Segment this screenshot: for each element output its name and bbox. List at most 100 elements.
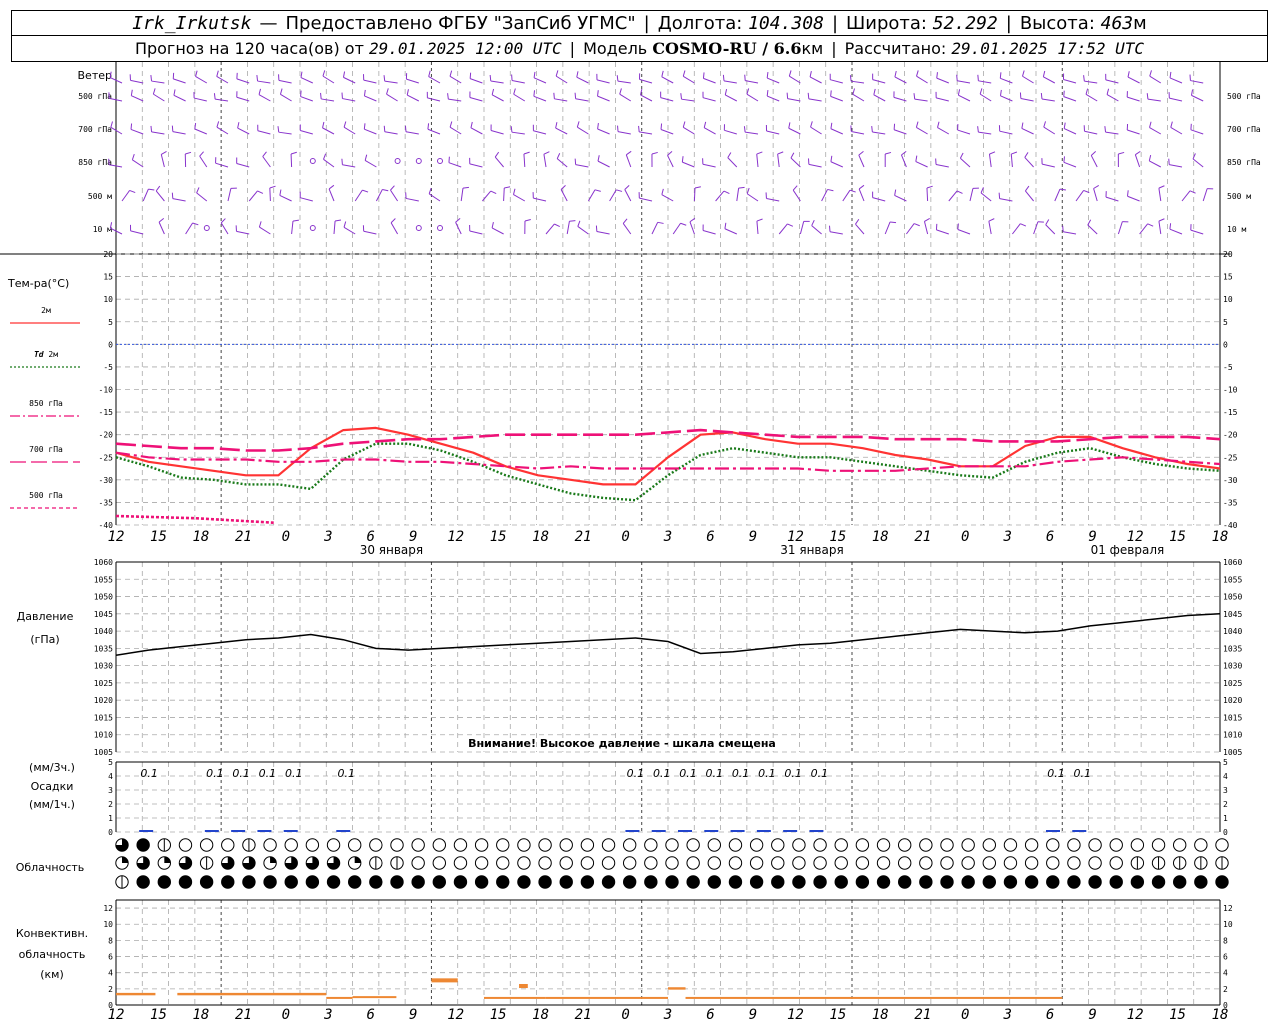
cloud-symbol-fill	[122, 856, 129, 863]
wind-barb-flag	[894, 189, 897, 196]
wind-barb	[873, 94, 886, 102]
wind-barb-flag	[560, 185, 566, 190]
wind-barb-flag	[926, 185, 933, 189]
cloud-symbol	[940, 875, 954, 889]
wind-barb	[1181, 190, 1191, 202]
wind-barb-flag	[428, 70, 431, 77]
conv-xtick: 9	[1088, 1007, 1096, 1023]
wind-barb	[1158, 221, 1162, 235]
convective-bar	[519, 984, 528, 989]
wind-barb	[262, 156, 271, 168]
wind-barb	[1147, 98, 1161, 102]
cloud-symbol	[1109, 875, 1123, 889]
wind-barb	[1020, 98, 1034, 102]
wind-barb-flag	[1149, 121, 1152, 128]
wind-barb-flag	[766, 90, 769, 97]
wind-barb	[1000, 77, 1013, 84]
wind-barb-flag	[1011, 151, 1018, 155]
wind-barb	[681, 98, 695, 102]
temp-ytick-left: -25	[99, 453, 114, 462]
wind-barb	[640, 94, 653, 102]
temp-legend-label: Td 2м	[34, 350, 58, 359]
wind-barb	[575, 164, 589, 168]
wind-barb	[980, 192, 992, 202]
wind-barb-flag	[1020, 223, 1027, 227]
wind-barb-flag	[1042, 70, 1046, 77]
wind-barb	[375, 189, 383, 202]
wind-barb-flag	[1127, 71, 1130, 78]
wind-barb	[160, 154, 165, 168]
wind-barb	[342, 164, 356, 168]
wind-barb	[405, 197, 419, 202]
wind-barb-flag	[553, 92, 555, 99]
precip-bar	[625, 830, 640, 832]
wind-barb-flag	[533, 90, 536, 97]
wind-barb-flag	[237, 122, 240, 129]
cloud-symbol	[961, 838, 975, 852]
wind-barb	[142, 188, 149, 202]
wind-barb-flag	[1189, 190, 1196, 194]
cloud-symbol	[897, 856, 912, 870]
wind-barb-flag	[702, 72, 705, 79]
wind-barb-flag	[657, 221, 664, 224]
wind-barb	[617, 80, 631, 84]
cloud-symbol	[199, 838, 214, 852]
wind-barb	[915, 161, 928, 168]
wind-barb	[957, 129, 971, 135]
wind-barb-flag	[746, 187, 750, 194]
wind-barb-flag	[1127, 190, 1129, 197]
cloud-symbol	[982, 838, 997, 852]
precip-bar	[1072, 830, 1087, 832]
wind-barb	[543, 154, 547, 168]
temp-xtick: 0	[961, 529, 969, 545]
wind-barb-flag	[576, 121, 580, 128]
wind-level-label-left: 850 гПа	[78, 158, 112, 167]
cloud-symbol	[771, 838, 785, 852]
cloud-symbol	[326, 875, 341, 889]
wind-barb-flag	[890, 221, 897, 224]
wind-barb	[787, 98, 801, 102]
prec-ytick-left: 5	[108, 758, 113, 767]
wind-barb	[1149, 127, 1162, 135]
wind-barb-flag	[638, 125, 640, 132]
cloud-symbol	[1130, 875, 1145, 889]
wind-barb-flag	[1106, 88, 1110, 95]
cloud-symbol	[580, 875, 595, 889]
wind-barb	[130, 230, 144, 235]
wind-barb	[715, 190, 725, 202]
wind-barb-flag	[977, 126, 979, 133]
wind-barb-flag	[766, 72, 769, 79]
temp-xtick: 21	[914, 529, 931, 545]
prec-ytick-left: 2	[108, 800, 113, 809]
wind-barb-flag	[597, 155, 600, 162]
wind-barb	[957, 229, 971, 235]
wind-barb-flag	[427, 123, 430, 130]
wind-barb	[703, 77, 716, 84]
wind-barb-flag	[213, 93, 216, 100]
temp-xtick: 6	[1046, 529, 1054, 545]
cloud-symbol	[749, 838, 764, 852]
wind-barb	[523, 153, 526, 168]
wind-barb	[1149, 160, 1162, 168]
wind-barb	[682, 161, 695, 168]
cloud-symbol	[1109, 838, 1123, 852]
wind-barb-flag	[262, 151, 267, 157]
cloud-symbol	[1088, 875, 1102, 889]
wind-barb	[1045, 224, 1056, 235]
wind-barb	[811, 225, 822, 235]
wind-barb	[957, 80, 971, 84]
wind-barb	[491, 227, 504, 235]
conv-xtick: 12	[108, 1007, 125, 1023]
precip-bar	[783, 830, 798, 832]
wind-barb-flag	[322, 121, 325, 128]
precip-value-label: 0.1	[679, 767, 697, 780]
wind-barb-flag	[173, 89, 176, 96]
pres-ytick-left: 1050	[94, 593, 113, 602]
wind-barb-flag	[556, 153, 561, 159]
precip-bar	[678, 830, 692, 832]
wind-barb	[130, 79, 144, 84]
cloud-symbol	[432, 838, 447, 852]
wind-barb-flag	[161, 151, 167, 155]
wind-barb	[1041, 98, 1055, 102]
cloud-symbol	[1151, 875, 1166, 889]
